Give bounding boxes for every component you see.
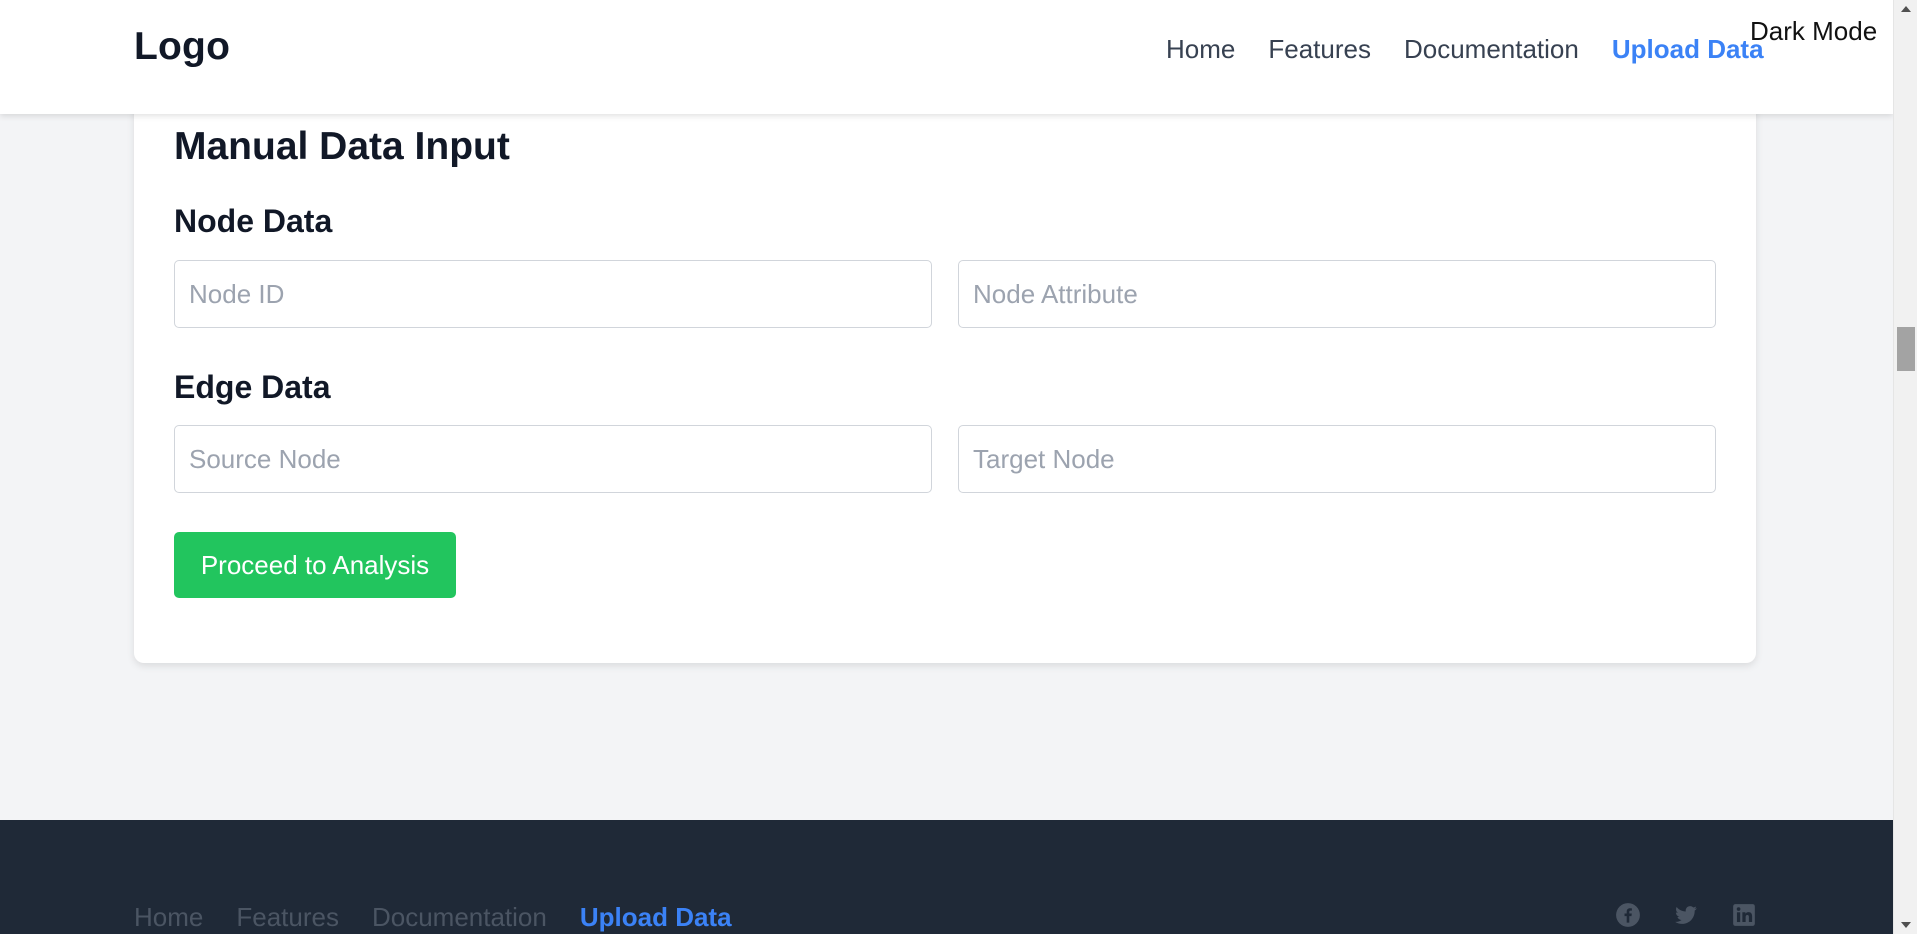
linkedin-icon[interactable] [1731,902,1757,928]
nav-features[interactable]: Features [1268,34,1371,65]
dark-mode-toggle[interactable]: Dark Mode [1750,16,1877,47]
social-links [1615,902,1757,928]
logo[interactable]: Logo [134,25,230,69]
target-node-input[interactable] [958,425,1716,493]
footer-nav-features[interactable]: Features [236,902,339,933]
footer-nav-home[interactable]: Home [134,902,203,933]
header-nav: Home Features Documentation Upload Data [1166,34,1764,65]
facebook-icon[interactable] [1615,902,1641,928]
vertical-scrollbar[interactable] [1893,0,1917,934]
source-node-input[interactable] [174,425,932,493]
nav-upload-data[interactable]: Upload Data [1612,34,1764,65]
edge-data-heading: Edge Data [174,369,331,405]
node-id-input[interactable] [174,260,932,328]
proceed-to-analysis-button[interactable]: Proceed to Analysis [174,532,456,598]
node-attribute-input[interactable] [958,260,1716,328]
site-header: Logo Home Features Documentation Upload … [0,0,1893,114]
card-title: Manual Data Input [174,125,510,168]
scroll-down-arrow-icon[interactable] [1894,916,1917,934]
site-footer: Home Features Documentation Upload Data [0,820,1893,934]
footer-nav-documentation[interactable]: Documentation [372,902,547,933]
twitter-icon[interactable] [1673,902,1699,928]
node-data-heading: Node Data [174,203,333,239]
scrollbar-thumb[interactable] [1897,327,1915,371]
page-viewport: Logo Home Features Documentation Upload … [0,0,1893,934]
manual-data-card: Manual Data Input Node Data Edge Data Pr… [134,80,1756,663]
scroll-up-arrow-icon[interactable] [1894,0,1917,18]
nav-documentation[interactable]: Documentation [1404,34,1579,65]
footer-nav: Home Features Documentation Upload Data [134,902,732,933]
footer-nav-upload-data[interactable]: Upload Data [580,902,732,933]
nav-home[interactable]: Home [1166,34,1235,65]
